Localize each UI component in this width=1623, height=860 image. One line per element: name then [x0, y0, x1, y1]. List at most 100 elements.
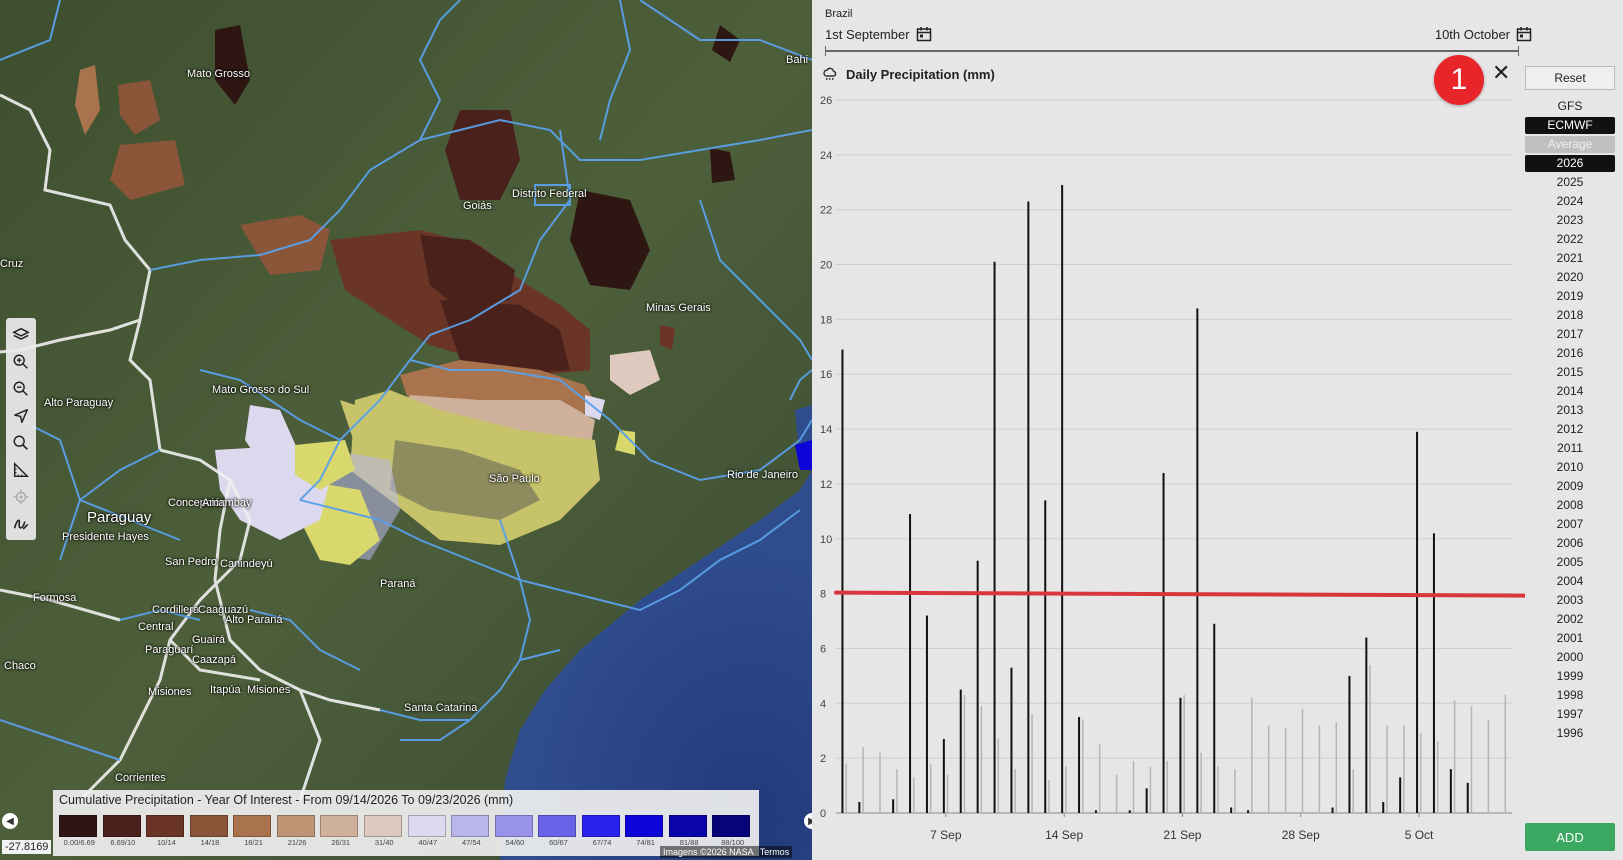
close-button[interactable]: ✕ [1492, 62, 1510, 84]
year-option-2022[interactable]: 2022 [1525, 231, 1615, 248]
zoom-out-icon [13, 381, 28, 396]
search-button[interactable] [6, 429, 36, 456]
legend-swatch [538, 815, 577, 837]
bar-comparison [1335, 722, 1338, 813]
bar-comparison [1470, 706, 1473, 813]
bar-comparison [1098, 744, 1101, 813]
bar-comparison [1217, 766, 1219, 813]
year-option-2011[interactable]: 2011 [1525, 440, 1615, 457]
model-option-average[interactable]: Average [1525, 136, 1615, 153]
x-tick-label: 21 Sep [1163, 828, 1201, 842]
year-option-1999[interactable]: 1999 [1525, 668, 1615, 685]
weather-cloud-icon [823, 67, 837, 81]
map-place-label: Guairá [192, 634, 226, 646]
layers-button[interactable] [6, 321, 36, 348]
year-option-2019[interactable]: 2019 [1525, 288, 1615, 305]
zoom-in-button[interactable] [6, 348, 36, 375]
bar-selected-year [892, 799, 895, 813]
bar-comparison [845, 763, 847, 813]
bar-selected-year [1348, 675, 1351, 813]
year-option-2006[interactable]: 2006 [1525, 535, 1615, 552]
year-option-1996[interactable]: 1996 [1525, 725, 1615, 742]
map-place-label: Rio de Janeiro [727, 469, 798, 481]
layers-icon [12, 327, 30, 340]
year-option-2023[interactable]: 2023 [1525, 212, 1615, 229]
year-option-2001[interactable]: 2001 [1525, 630, 1615, 647]
model-list: GFS ECMWF Average [1525, 98, 1617, 153]
year-option-2012[interactable]: 2012 [1525, 421, 1615, 438]
measure-button[interactable] [6, 456, 36, 483]
draw-button[interactable] [6, 510, 36, 537]
map-canvas[interactable] [0, 0, 812, 860]
bar-comparison [1048, 780, 1050, 813]
legend-swatch [363, 815, 402, 837]
year-option-2026[interactable]: 2026 [1525, 155, 1615, 172]
bar-comparison [1115, 774, 1118, 813]
model-year-sidebar: Reset GFS ECMWF Average 2026 2025 2024 2023 20… [1525, 66, 1617, 744]
legend-swatch [668, 815, 707, 837]
year-option-1998[interactable]: 1998 [1525, 687, 1615, 704]
year-option-2002[interactable]: 2002 [1525, 611, 1615, 628]
y-tick-label: 4 [820, 698, 826, 710]
map-place-label: Cruz [0, 258, 24, 270]
bar-comparison [1504, 695, 1507, 813]
map-place-label: Formosa [33, 592, 77, 604]
legend-swatch-label: 0.00/6.69 [63, 838, 95, 847]
bar-selected-year [1365, 637, 1368, 813]
bar-comparison [1014, 769, 1016, 813]
precipitation-chart: 024681012141618202224267 Sep 14 Sep 21 Sep… [820, 95, 1525, 842]
legend-swatch-label: 6.69/10 [110, 838, 136, 847]
year-option-2025[interactable]: 2025 [1525, 174, 1615, 191]
bar-selected-year [942, 738, 945, 813]
year-option-2017[interactable]: 2017 [1525, 326, 1615, 343]
year-option-2024[interactable]: 2024 [1525, 193, 1615, 210]
y-tick-label: 26 [820, 95, 832, 107]
y-tick-label: 0 [820, 808, 826, 820]
year-option-2007[interactable]: 2007 [1525, 516, 1615, 533]
navigate-button[interactable] [6, 402, 36, 429]
legend-swatch [581, 815, 620, 837]
map-place-label: Bahi [786, 54, 809, 66]
year-option-2016[interactable]: 2016 [1525, 345, 1615, 362]
step-badge: 1 [1434, 55, 1484, 105]
year-option-2013[interactable]: 2013 [1525, 402, 1615, 419]
bar-comparison [1031, 714, 1033, 813]
add-button[interactable]: ADD [1525, 823, 1615, 851]
year-option-2015[interactable]: 2015 [1525, 364, 1615, 381]
year-option-2008[interactable]: 2008 [1525, 497, 1615, 514]
bar-comparison [980, 706, 983, 813]
year-option-2000[interactable]: 2000 [1525, 649, 1615, 666]
year-option-2010[interactable]: 2010 [1525, 459, 1615, 476]
bar-comparison [1200, 752, 1202, 813]
bar-comparison [1149, 766, 1152, 813]
map-place-label: Cordillera [152, 604, 200, 616]
year-option-2018[interactable]: 2018 [1525, 307, 1615, 324]
model-option-gfs[interactable]: GFS [1525, 98, 1615, 115]
legend-swatch [276, 815, 315, 837]
chevron-left-icon: ◀ [6, 815, 14, 827]
x-tick-label: 7 Sep [930, 828, 962, 842]
year-option-2020[interactable]: 2020 [1525, 269, 1615, 286]
year-option-2003[interactable]: 2003 [1525, 592, 1615, 609]
chart-title-row: Daily Precipitation (mm) [822, 66, 995, 82]
year-option-2009[interactable]: 2009 [1525, 478, 1615, 495]
collapse-left-arrow[interactable]: ◀ [2, 813, 18, 829]
bar-selected-year [1196, 308, 1199, 813]
map-view[interactable]: Mato Grosso Distrito Federal Goiás Minas Ge… [0, 0, 812, 860]
year-option-2005[interactable]: 2005 [1525, 554, 1615, 571]
year-option-2014[interactable]: 2014 [1525, 383, 1615, 400]
terms-link[interactable]: Termos [760, 847, 790, 857]
reset-button[interactable]: Reset [1525, 66, 1615, 90]
year-option-1997[interactable]: 1997 [1525, 706, 1615, 723]
search-icon [13, 435, 28, 450]
bar-selected-year [1061, 185, 1064, 813]
bar-comparison [1420, 733, 1422, 813]
zoom-out-button[interactable] [6, 375, 36, 402]
map-place-label: Minas Gerais [646, 302, 711, 314]
year-option-2004[interactable]: 2004 [1525, 573, 1615, 590]
map-place-label: Chaco [4, 660, 36, 672]
model-option-ecmwf[interactable]: ECMWF [1525, 117, 1615, 134]
year-option-2021[interactable]: 2021 [1525, 250, 1615, 267]
locate-button[interactable] [6, 483, 36, 510]
bar-comparison [1352, 769, 1354, 813]
